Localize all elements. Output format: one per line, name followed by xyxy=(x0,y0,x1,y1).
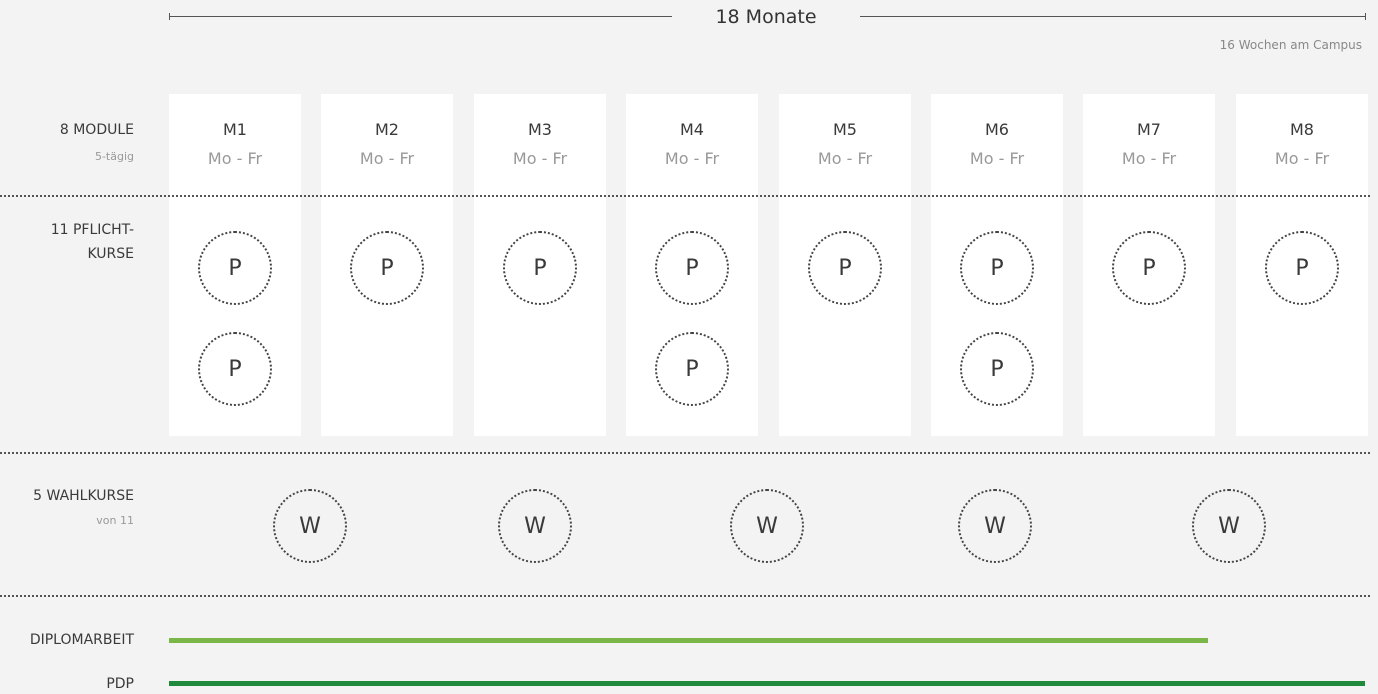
module-days: Mo - Fr xyxy=(969,149,1025,168)
campus-note: 16 Wochen am Campus xyxy=(1219,38,1362,52)
module-title: M3 xyxy=(528,120,552,139)
module-column-m7: M7 Mo - Fr P xyxy=(1083,94,1215,436)
separator-electives xyxy=(0,595,1370,597)
module-column-m8: M8 Mo - Fr P xyxy=(1236,94,1368,436)
elective-course-circle: W xyxy=(958,489,1032,563)
module-column-m6: M6 Mo - Fr P P xyxy=(931,94,1063,436)
module-title: M1 xyxy=(223,120,247,139)
required-course-circle: P xyxy=(1112,231,1186,305)
required-course-circle: P xyxy=(655,332,729,406)
required-course-circle: P xyxy=(960,332,1034,406)
module-column-m1: M1 Mo - Fr P P xyxy=(169,94,301,436)
required-course-circle: P xyxy=(350,231,424,305)
module-title: M5 xyxy=(833,120,857,139)
module-column-m3: M3 Mo - Fr P xyxy=(474,94,606,436)
required-course-circle: P xyxy=(1265,231,1339,305)
required-course-circle: P xyxy=(655,231,729,305)
duration-label: 18 Monate xyxy=(715,6,817,28)
electives-row-sublabel: von 11 xyxy=(96,514,134,527)
module-column-m4: M4 Mo - Fr P P xyxy=(626,94,758,436)
module-days: Mo - Fr xyxy=(512,149,568,168)
module-days: Mo - Fr xyxy=(1274,149,1330,168)
module-title: M8 xyxy=(1290,120,1314,139)
electives-row-label: 5 WAHLKURSE xyxy=(33,488,134,504)
module-title: M4 xyxy=(680,120,704,139)
module-title: M6 xyxy=(985,120,1009,139)
module-title: M7 xyxy=(1137,120,1161,139)
module-days: Mo - Fr xyxy=(359,149,415,168)
required-row-label-1: 11 PFLICHT- xyxy=(50,222,134,238)
modules-row-sublabel: 5-tägig xyxy=(94,150,134,163)
timeline-line-right xyxy=(860,16,1365,17)
module-days: Mo - Fr xyxy=(1121,149,1177,168)
required-course-circle: P xyxy=(503,231,577,305)
separator-required xyxy=(0,452,1370,454)
required-course-circle: P xyxy=(198,332,272,406)
elective-course-circle: W xyxy=(498,489,572,563)
thesis-bar xyxy=(169,638,1208,643)
timeline-end-tick xyxy=(1365,13,1366,20)
elective-course-circle: W xyxy=(273,489,347,563)
required-course-circle: P xyxy=(960,231,1034,305)
elective-course-circle: W xyxy=(1192,489,1266,563)
module-days: Mo - Fr xyxy=(817,149,873,168)
required-course-circle: P xyxy=(198,231,272,305)
elective-course-circle: W xyxy=(730,489,804,563)
module-column-m5: M5 Mo - Fr P xyxy=(779,94,911,436)
module-column-m2: M2 Mo - Fr P xyxy=(321,94,453,436)
timeline-line-left xyxy=(169,16,672,17)
module-title: M2 xyxy=(375,120,399,139)
thesis-row-label: DIPLOMARBEIT xyxy=(29,632,134,648)
pdp-row-label: PDP xyxy=(106,676,134,692)
module-days: Mo - Fr xyxy=(207,149,263,168)
pdp-bar xyxy=(169,681,1365,686)
separator-modules xyxy=(0,195,1370,197)
required-row-label-2: KURSE xyxy=(87,246,134,262)
required-course-circle: P xyxy=(808,231,882,305)
modules-row-label: 8 MODULE xyxy=(59,122,134,138)
module-days: Mo - Fr xyxy=(664,149,720,168)
